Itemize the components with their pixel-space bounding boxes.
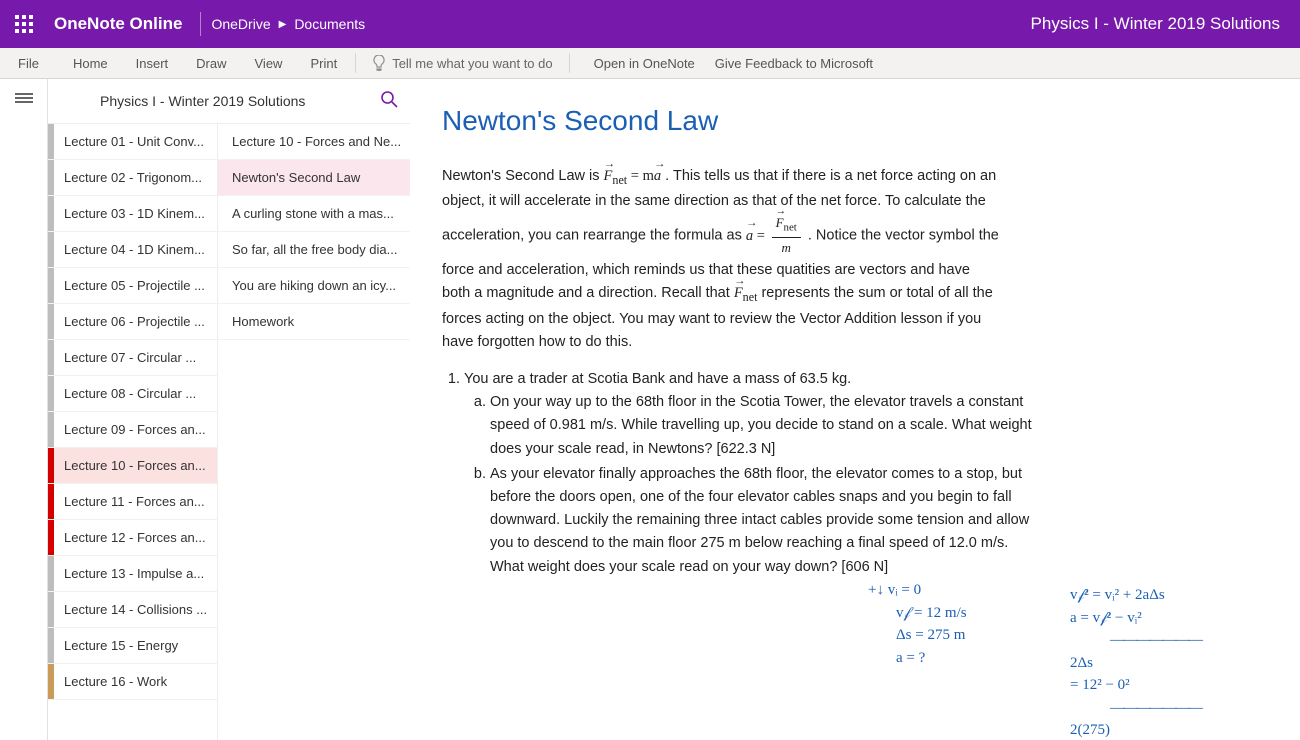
ink-line: ———————	[1110, 629, 1201, 652]
section-item[interactable]: Lecture 04 - 1D Kinem...	[48, 232, 217, 268]
search-icon[interactable]	[380, 90, 398, 113]
tab-home[interactable]: Home	[59, 48, 122, 78]
ink-givens[interactable]: +↓ vᵢ = 0 v𝒻 = 12 m/s Δs = 275 m a = ?	[868, 579, 967, 669]
ink-kinematics[interactable]: v𝒻² = vᵢ² + 2aΔs a = v𝒻² − vᵢ² ——————— 2…	[1070, 584, 1201, 740]
lightbulb-icon	[372, 55, 386, 71]
para-text: Newton's Second Law is	[442, 168, 604, 184]
ink-line: +↓ vᵢ = 0	[868, 579, 967, 602]
page-item[interactable]: Lecture 10 - Forces and Ne...	[218, 124, 410, 160]
chevron-right-icon: ▶	[279, 19, 287, 30]
page-item[interactable]: A curling stone with a mas...	[218, 196, 410, 232]
open-in-onenote-link[interactable]: Open in OneNote	[594, 56, 695, 71]
section-item[interactable]: Lecture 05 - Projectile ...	[48, 268, 217, 304]
question-list[interactable]: You are a trader at Scotia Bank and have…	[464, 368, 1044, 579]
ink-line: Δs = 275 m	[896, 624, 967, 647]
section-item[interactable]: Lecture 12 - Forces an...	[48, 520, 217, 556]
ink-line: = 12² − 0²	[1070, 674, 1201, 697]
ink-line: v𝒻 = 12 m/s	[896, 602, 967, 625]
app-launcher-icon[interactable]	[12, 12, 36, 36]
section-item[interactable]: Lecture 08 - Circular ...	[48, 376, 217, 412]
equation-fnet-ma: Fnet = ma	[604, 168, 662, 184]
ribbon-right-links: Open in OneNote Give Feedback to Microso…	[594, 48, 887, 78]
page-item[interactable]: Newton's Second Law	[218, 160, 410, 196]
equation-fnet-symbol: Fnet	[734, 285, 758, 301]
section-item[interactable]: Lecture 09 - Forces an...	[48, 412, 217, 448]
sections-list[interactable]: Lecture 01 - Unit Conv...Lecture 02 - Tr…	[48, 124, 218, 740]
breadcrumb[interactable]: OneDrive ▶ Documents	[211, 16, 365, 32]
notebook-label[interactable]: Physics I - Winter 2019 Solutions	[100, 93, 305, 109]
question-1b[interactable]: As your elevator finally approaches the …	[490, 463, 1044, 579]
section-item[interactable]: Lecture 10 - Forces an...	[48, 448, 217, 484]
section-item[interactable]: Lecture 03 - 1D Kinem...	[48, 196, 217, 232]
tell-me-search[interactable]: Tell me what you want to do	[360, 48, 564, 78]
tab-print[interactable]: Print	[296, 48, 351, 78]
section-item[interactable]: Lecture 02 - Trigonom...	[48, 160, 217, 196]
section-item[interactable]: Lecture 06 - Projectile ...	[48, 304, 217, 340]
section-item[interactable]: Lecture 13 - Impulse a...	[48, 556, 217, 592]
tell-me-placeholder: Tell me what you want to do	[392, 56, 552, 71]
section-item[interactable]: Lecture 01 - Unit Conv...	[48, 124, 217, 160]
body: Physics I - Winter 2019 Solutions Lectur…	[0, 79, 1300, 740]
q1-text: You are a trader at Scotia Bank and have…	[464, 371, 851, 387]
app-name[interactable]: OneNote Online	[54, 14, 182, 34]
pages-list[interactable]: Lecture 10 - Forces and Ne...Newton's Se…	[218, 124, 410, 740]
page-item[interactable]: Homework	[218, 304, 410, 340]
breadcrumb-leaf[interactable]: Documents	[294, 16, 365, 32]
ink-line: a = v𝒻² − vᵢ²	[1070, 607, 1201, 630]
notebook-header: Physics I - Winter 2019 Solutions	[48, 79, 410, 124]
page-item[interactable]: You are hiking down an icy...	[218, 268, 410, 304]
ink-line: ———————	[1110, 697, 1201, 720]
section-item[interactable]: Lecture 15 - Energy	[48, 628, 217, 664]
tab-insert[interactable]: Insert	[122, 48, 183, 78]
ink-line: v𝒻² = vᵢ² + 2aΔs	[1070, 584, 1201, 607]
app-header: OneNote Online OneDrive ▶ Documents Phys…	[0, 0, 1300, 48]
breadcrumb-root[interactable]: OneDrive	[211, 16, 270, 32]
tab-file[interactable]: File	[0, 48, 59, 78]
ribbon-sep-2	[569, 53, 570, 73]
equation-a-fnet-m: a = Fnetm	[746, 228, 804, 244]
notebook-title[interactable]: Physics I - Winter 2019 Solutions	[1031, 14, 1280, 34]
ribbon-sep	[355, 53, 356, 73]
page-title[interactable]: Newton's Second Law	[442, 105, 1268, 137]
section-item[interactable]: Lecture 07 - Circular ...	[48, 340, 217, 376]
ink-line: 2Δs	[1070, 652, 1201, 675]
ink-line: a = ?	[896, 647, 967, 670]
tab-draw[interactable]: Draw	[182, 48, 240, 78]
feedback-link[interactable]: Give Feedback to Microsoft	[715, 56, 873, 71]
section-item[interactable]: Lecture 11 - Forces an...	[48, 484, 217, 520]
page-canvas[interactable]: Newton's Second Law Newton's Second Law …	[410, 79, 1300, 740]
navigation-panel: Physics I - Winter 2019 Solutions Lectur…	[48, 79, 410, 740]
page-item[interactable]: So far, all the free body dia...	[218, 232, 410, 268]
header-divider	[200, 12, 201, 36]
ribbon-menu: File Home Insert Draw View Print Tell me…	[0, 48, 1300, 79]
section-item[interactable]: Lecture 14 - Collisions ...	[48, 592, 217, 628]
section-item[interactable]: Lecture 16 - Work	[48, 664, 217, 700]
hamburger-icon	[15, 91, 33, 105]
ink-line: 2(275)	[1070, 719, 1201, 740]
content-paragraph[interactable]: Newton's Second Law is Fnet = ma . This …	[442, 165, 1002, 354]
question-1a[interactable]: On your way up to the 68th floor in the …	[490, 391, 1044, 461]
nav-toggle[interactable]	[0, 79, 48, 740]
tab-view[interactable]: View	[241, 48, 297, 78]
question-1[interactable]: You are a trader at Scotia Bank and have…	[464, 368, 1044, 579]
